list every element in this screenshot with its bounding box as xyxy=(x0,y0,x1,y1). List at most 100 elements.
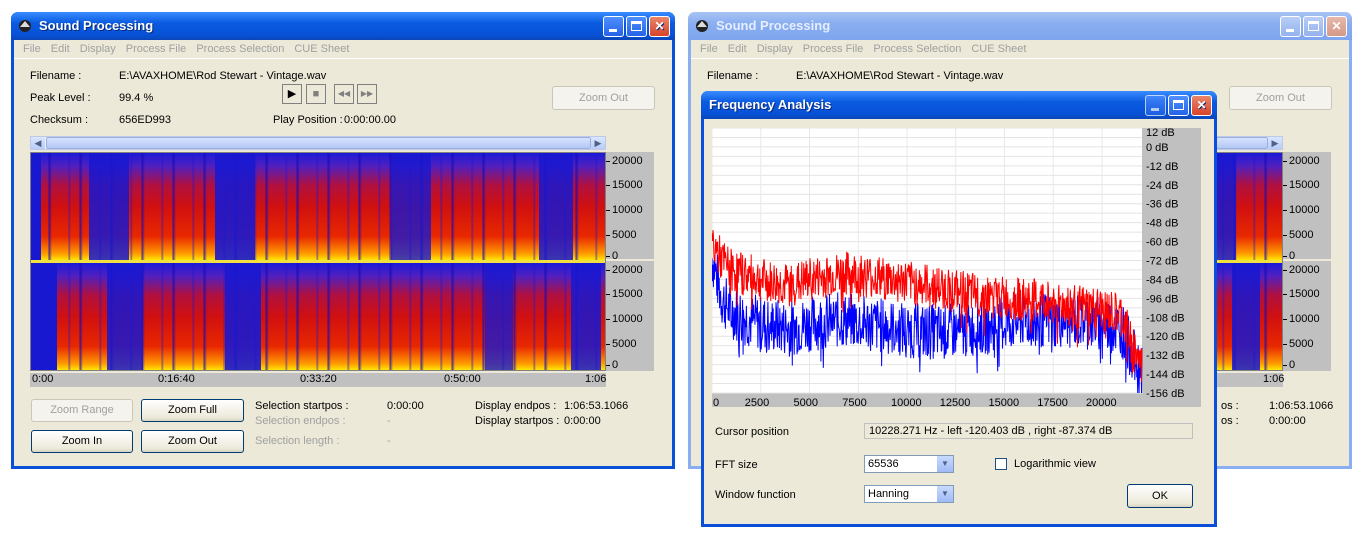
db-tick-label: -72 dB xyxy=(1146,256,1178,268)
zoom-in-button[interactable]: Zoom In xyxy=(31,430,133,453)
menu-process-file[interactable]: Process File xyxy=(798,40,869,58)
zoom-range-button[interactable]: Zoom Range xyxy=(31,399,133,422)
display-startpos-label: os : xyxy=(1221,415,1239,427)
db-tick-label: -120 dB xyxy=(1146,331,1185,343)
quiet-band xyxy=(89,153,129,260)
freq-tick: 10000 xyxy=(606,204,643,216)
filename-value: E:\AVAXHOME\Rod Stewart - Vintage.wav xyxy=(796,70,1004,82)
menu-display[interactable]: Display xyxy=(752,40,798,58)
chevron-down-icon[interactable]: ▼ xyxy=(937,486,953,502)
db-tick-label: -144 dB xyxy=(1146,369,1185,381)
time-tick: 0:33:20 xyxy=(300,373,337,385)
hz-tick-label: 2500 xyxy=(745,397,769,407)
checksum-value: 656ED993 xyxy=(119,114,171,126)
quiet-band xyxy=(1216,153,1236,260)
scroll-right-arrow-icon[interactable]: ▶ xyxy=(1268,137,1282,149)
spectrogram-right-channel xyxy=(31,263,605,370)
quiet-band xyxy=(31,263,57,370)
menu-cue-sheet[interactable]: CUE Sheet xyxy=(966,40,1031,58)
minimize-button[interactable] xyxy=(1145,95,1166,116)
quiet-band xyxy=(107,263,143,370)
dialog-title-bar[interactable]: Frequency Analysis ✕ xyxy=(701,91,1217,119)
freq-axis-top: 20000 15000 10000 5000 0 xyxy=(605,152,654,262)
stop-button[interactable]: ■ xyxy=(306,84,326,104)
menu-process-selection[interactable]: Process Selection xyxy=(868,40,966,58)
db-tick-label: 12 dB xyxy=(1146,128,1175,139)
logarithmic-view-label[interactable]: Logarithmic view xyxy=(1014,458,1096,470)
fft-size-value: 65536 xyxy=(868,458,899,470)
selection-startpos-label: Selection startpos : xyxy=(255,400,349,412)
minimize-icon xyxy=(609,29,617,32)
maximize-icon xyxy=(631,21,642,31)
cursor-position-label: Cursor position xyxy=(715,426,789,438)
forward-button[interactable]: ▶▶ xyxy=(357,84,377,104)
spectrogram-left-channel xyxy=(1216,153,1282,260)
rewind-button[interactable]: ◀◀ xyxy=(334,84,354,104)
frequency-chart[interactable]: 12 dB 0 dB -12 dB -24 dB -36 dB -48 dB -60 dB -… xyxy=(712,128,1201,407)
maximize-button[interactable] xyxy=(1303,16,1324,37)
maximize-button[interactable] xyxy=(1168,95,1189,116)
minimize-button[interactable] xyxy=(1280,16,1301,37)
menu-process-file[interactable]: Process File xyxy=(121,40,192,58)
freq-tick: 20000 xyxy=(606,155,643,167)
menu-bar: File Edit Display Process File Process S… xyxy=(691,40,1349,59)
menu-cue-sheet[interactable]: CUE Sheet xyxy=(289,40,354,58)
title-bar[interactable]: Sound Processing ✕ xyxy=(688,12,1352,40)
hz-tick-label: 10000 xyxy=(891,397,922,407)
close-button[interactable]: ✕ xyxy=(1326,16,1347,37)
menu-process-selection[interactable]: Process Selection xyxy=(191,40,289,58)
minimize-icon xyxy=(1286,29,1294,32)
horizontal-scrollbar[interactable]: ◀ ▶ xyxy=(30,136,606,150)
quiet-band xyxy=(31,153,41,260)
menu-edit[interactable]: Edit xyxy=(46,40,75,58)
selection-length-value: - xyxy=(387,435,391,447)
display-startpos-value: 0:00:00 xyxy=(1269,415,1306,427)
horizontal-scrollbar[interactable]: ▶ xyxy=(1215,136,1283,150)
zoom-full-button[interactable]: Zoom Full xyxy=(141,399,244,422)
scroll-left-arrow-icon[interactable]: ◀ xyxy=(31,137,45,149)
db-tick-label: -84 dB xyxy=(1146,274,1178,286)
zoom-out-top-button[interactable]: Zoom Out xyxy=(1229,86,1332,110)
play-button[interactable]: ▶ xyxy=(282,84,302,104)
menu-file[interactable]: File xyxy=(18,40,46,58)
scroll-thumb[interactable] xyxy=(1216,137,1268,149)
title-bar[interactable]: Sound Processing ✕ xyxy=(11,12,675,40)
logarithmic-view-checkbox[interactable] xyxy=(995,458,1007,470)
zoom-out-button[interactable]: Zoom Out xyxy=(141,430,244,453)
selection-endpos-value: - xyxy=(387,415,391,427)
scroll-right-arrow-icon[interactable]: ▶ xyxy=(591,137,605,149)
freq-tick: 15000 xyxy=(1283,288,1320,300)
maximize-button[interactable] xyxy=(626,16,647,37)
chevron-down-icon[interactable]: ▼ xyxy=(937,456,953,472)
freq-tick: 0 xyxy=(1282,359,1296,371)
app-icon xyxy=(19,20,31,32)
spectrogram[interactable] xyxy=(30,152,606,371)
freq-tick: 20000 xyxy=(1283,264,1320,276)
menu-display[interactable]: Display xyxy=(75,40,121,58)
spectrogram-left-channel xyxy=(31,153,605,260)
play-icon: ▶ xyxy=(287,88,297,100)
menu-edit[interactable]: Edit xyxy=(723,40,752,58)
close-button[interactable]: ✕ xyxy=(1191,95,1212,116)
ok-button[interactable]: OK xyxy=(1127,484,1193,508)
zoom-out-top-button[interactable]: Zoom Out xyxy=(552,86,655,110)
display-endpos-value: 1:06:53.1066 xyxy=(1269,400,1334,412)
freq-axis-bottom: 20000 15000 10000 5000 0 xyxy=(605,261,654,371)
sound-processing-window-left: Sound Processing ✕ File Edit Display Pro… xyxy=(11,12,675,469)
freq-axis-bottom: 20000 15000 10000 5000 0 xyxy=(1282,261,1331,371)
hz-tick-label: 0 xyxy=(713,397,719,407)
quiet-band xyxy=(225,263,261,370)
freq-tick: 5000 xyxy=(1282,338,1314,350)
display-endpos-label: os : xyxy=(1221,400,1239,412)
freq-tick: 10000 xyxy=(1283,313,1320,325)
frequency-analysis-dialog: Frequency Analysis ✕ 12 dB 0 dB -12 dB -24 … xyxy=(701,91,1217,527)
window-function-select[interactable]: Hanning ▼ xyxy=(864,485,954,503)
time-tick: 0:00 xyxy=(32,373,54,385)
menu-file[interactable]: File xyxy=(695,40,723,58)
minimize-button[interactable] xyxy=(603,16,624,37)
close-button[interactable]: ✕ xyxy=(649,16,670,37)
fft-size-select[interactable]: 65536 ▼ xyxy=(864,455,954,473)
window-title: Sound Processing xyxy=(39,18,154,33)
scroll-thumb[interactable] xyxy=(46,137,591,149)
client-area: File Edit Display Process File Process S… xyxy=(14,40,672,466)
